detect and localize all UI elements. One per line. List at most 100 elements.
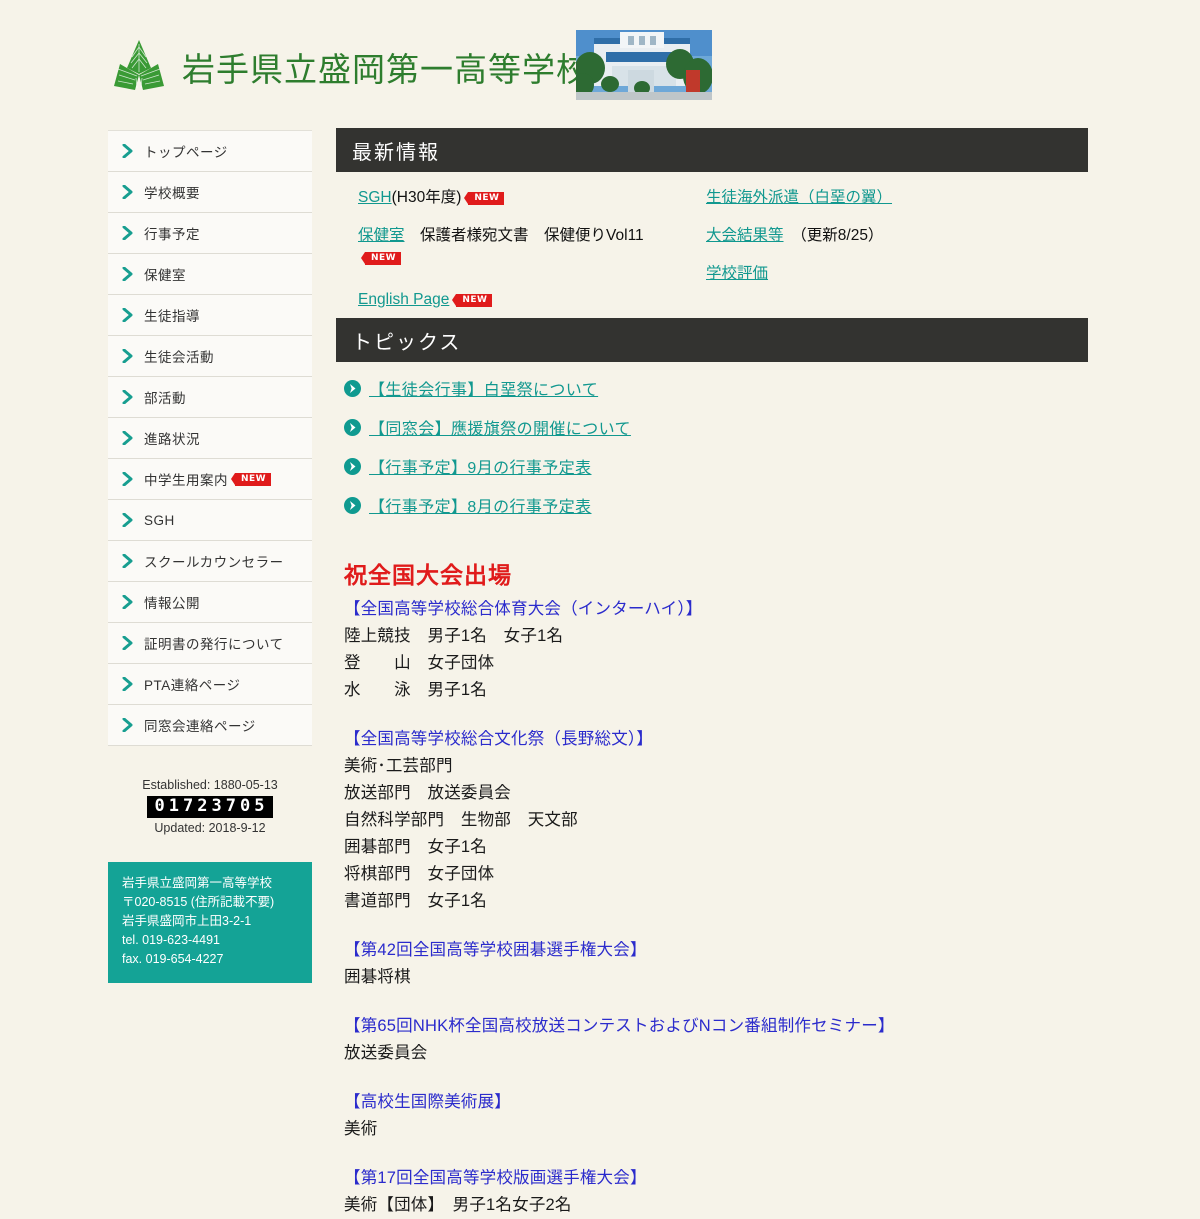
sidebar-item-student-guidance[interactable]: 生徒指導 bbox=[108, 295, 312, 336]
sidebar-item-health-room[interactable]: 保健室 bbox=[108, 254, 312, 295]
green-leaf-emblem-icon bbox=[110, 38, 168, 100]
sidebar-item-label: 証明書の発行について bbox=[144, 637, 284, 652]
topic-list-item[interactable]: 【生徒会行事】白堊祭について bbox=[344, 376, 1088, 400]
news-item-health-room: 保健室 保護者様宛文書 保健便りVol11 NEW bbox=[358, 226, 708, 268]
national-competition-section: 祝全国大会出場 【全国高等学校総合体育大会（インターハイ）】 陸上競技 男子1名… bbox=[336, 538, 1088, 1219]
result-line: 登 山 女子団体 bbox=[344, 654, 495, 672]
circle-arrow-right-icon bbox=[344, 457, 361, 475]
result-group-heading: 【全国高等学校総合体育大会（インターハイ）】 bbox=[344, 600, 703, 618]
topic-list-item[interactable]: 【行事予定】9月の行事予定表 bbox=[344, 454, 1088, 478]
sidebar-item-label: 生徒会活動 bbox=[144, 350, 214, 365]
result-group-heading: 【全国高等学校総合文化祭（長野総文）】 bbox=[344, 730, 654, 748]
news-text-update-date: （更新8/25） bbox=[783, 227, 884, 244]
counter-digits: 01723705 bbox=[146, 796, 274, 818]
contact-telephone: tel. 019-623-4491 bbox=[122, 933, 220, 947]
result-line: 将棋部門 女子団体 bbox=[344, 865, 495, 883]
circle-arrow-right-icon bbox=[344, 418, 361, 436]
site-header: 岩手県立盛岡第一高等学校 bbox=[0, 0, 1200, 120]
news-link-sgh[interactable]: SGH bbox=[358, 189, 392, 206]
contact-info-box: 岩手県立盛岡第一高等学校 〒020-8515 (住所記載不要) 岩手県盛岡市上田… bbox=[108, 862, 312, 983]
sidebar-item-events[interactable]: 行事予定 bbox=[108, 213, 312, 254]
topic-link[interactable]: 【同窓会】應援旗祭の開催について bbox=[369, 415, 631, 439]
new-badge: NEW bbox=[452, 294, 493, 307]
sidebar-item-label: 情報公開 bbox=[144, 596, 200, 611]
topic-link[interactable]: 【行事予定】9月の行事予定表 bbox=[369, 454, 592, 478]
sidebar-item-label: 部活動 bbox=[144, 391, 186, 406]
sidebar-item-career[interactable]: 進路状況 bbox=[108, 418, 312, 459]
topic-list-item[interactable]: 【行事予定】8月の行事予定表 bbox=[344, 493, 1088, 517]
sidebar-item-alumni[interactable]: 同窓会連絡ページ bbox=[108, 705, 312, 746]
sidebar-item-certificates[interactable]: 証明書の発行について bbox=[108, 623, 312, 664]
sidebar-item-pta[interactable]: PTA連絡ページ bbox=[108, 664, 312, 705]
chevron-right-icon bbox=[122, 676, 134, 692]
new-badge-line: NEW bbox=[358, 248, 708, 268]
result-group-culture-festival: 【全国高等学校総合文化祭（長野総文）】 美術･工芸部門 放送部門 放送委員会 自… bbox=[344, 726, 1088, 915]
result-line: 囲碁将棋 bbox=[344, 968, 411, 986]
chevron-right-icon bbox=[122, 225, 134, 241]
contact-school-name: 岩手県立盛岡第一高等学校 bbox=[122, 876, 273, 890]
result-line: 美術【団体】 男子1名女子2名 bbox=[344, 1196, 572, 1214]
sidebar-item-junior-high-guide[interactable]: 中学生用案内 NEW bbox=[108, 459, 312, 500]
result-group-interhigh: 【全国高等学校総合体育大会（インターハイ）】 陸上競技 男子1名 女子1名 登 … bbox=[344, 596, 1088, 704]
chevron-right-icon bbox=[122, 143, 134, 159]
sidebar-item-student-council[interactable]: 生徒会活動 bbox=[108, 336, 312, 377]
news-item-english-page: English Page NEW bbox=[358, 290, 708, 310]
new-badge: NEW bbox=[464, 192, 505, 205]
access-counter: Established: 1880-05-13 01723705 Updated… bbox=[108, 776, 312, 837]
chevron-right-icon bbox=[122, 512, 134, 528]
sidebar-item-school-counselor[interactable]: スクールカウンセラー bbox=[108, 541, 312, 582]
new-badge: NEW bbox=[360, 252, 402, 265]
result-line: 美術･工芸部門 bbox=[344, 757, 453, 775]
news-link-overseas-dispatch[interactable]: 生徒海外派遣（白堊の翼） bbox=[706, 189, 892, 206]
sidebar-item-label: トップページ bbox=[144, 145, 228, 160]
news-link-competition-results[interactable]: 大会結果等 bbox=[706, 227, 784, 244]
sidebar-item-information-disclosure[interactable]: 情報公開 bbox=[108, 582, 312, 623]
sidebar-item-label: 進路状況 bbox=[144, 432, 200, 447]
circle-arrow-right-icon bbox=[344, 379, 361, 397]
news-link-english-page[interactable]: English Page bbox=[358, 291, 449, 308]
sidebar-item-school-outline[interactable]: 学校概要 bbox=[108, 172, 312, 213]
sidebar-item-label: SGH bbox=[144, 512, 175, 528]
site-title: 岩手県立盛岡第一高等学校 bbox=[182, 49, 590, 89]
sidebar-item-top[interactable]: トップページ bbox=[108, 131, 312, 172]
news-column-left: SGH(H30年度) NEW 保健室 保護者様宛文書 保健便りVol11 NEW … bbox=[358, 188, 708, 328]
news-grid: SGH(H30年度) NEW 保健室 保護者様宛文書 保健便りVol11 NEW … bbox=[336, 172, 1088, 318]
chevron-right-icon bbox=[122, 307, 134, 323]
news-link-health-room[interactable]: 保健室 bbox=[358, 227, 405, 244]
news-text-sgh-year: (H30年度) bbox=[391, 189, 462, 206]
result-line: 水 泳 男子1名 bbox=[344, 681, 487, 699]
news-link-school-evaluation[interactable]: 学校評価 bbox=[706, 265, 768, 282]
sidebar-list: トップページ 学校概要 行事予定 保健室 生徒指導 生徒会活動 部活動 進路状況… bbox=[108, 130, 312, 746]
result-line: 美術 bbox=[344, 1120, 378, 1138]
brand[interactable]: 岩手県立盛岡第一高等学校 bbox=[110, 38, 590, 100]
news-item-competition-results: 大会結果等 （更新8/25） bbox=[706, 226, 1086, 246]
chevron-right-icon bbox=[122, 389, 134, 405]
result-group-heading: 【第42回全国高等学校囲碁選手権大会】 bbox=[344, 941, 647, 959]
result-line: 陸上競技 男子1名 女子1名 bbox=[344, 627, 564, 645]
chevron-right-icon bbox=[122, 594, 134, 610]
page-root: 岩手県立盛岡第一高等学校 トップページ 学校概要 行事予定 保健室 生徒指導 生… bbox=[0, 0, 1200, 1214]
result-group-international-art: 【高校生国際美術展】 美術 bbox=[344, 1089, 1088, 1143]
chevron-right-icon bbox=[122, 553, 134, 569]
chevron-right-icon bbox=[122, 635, 134, 651]
result-line: 放送委員会 bbox=[344, 1044, 428, 1062]
topic-list-item[interactable]: 【同窓会】應援旗祭の開催について bbox=[344, 415, 1088, 439]
chevron-right-icon bbox=[122, 430, 134, 446]
sidebar-item-label: 中学生用案内 bbox=[144, 473, 228, 488]
sidebar-item-label: 生徒指導 bbox=[144, 309, 200, 324]
contact-fax: fax. 019-654-4227 bbox=[122, 952, 224, 966]
result-group-heading: 【高校生国際美術展】 bbox=[344, 1093, 511, 1111]
circle-arrow-right-icon bbox=[344, 496, 361, 514]
chevron-right-icon bbox=[122, 266, 134, 282]
topic-link[interactable]: 【生徒会行事】白堊祭について bbox=[369, 376, 598, 400]
topic-link[interactable]: 【行事予定】8月の行事予定表 bbox=[369, 493, 592, 517]
sidebar-nav: トップページ 学校概要 行事予定 保健室 生徒指導 生徒会活動 部活動 進路状況… bbox=[108, 130, 312, 746]
chevron-right-icon bbox=[122, 717, 134, 733]
sidebar-item-sgh[interactable]: SGH bbox=[108, 500, 312, 541]
sidebar-item-club-activities[interactable]: 部活動 bbox=[108, 377, 312, 418]
contact-address: 岩手県盛岡市上田3-2-1 bbox=[122, 914, 252, 928]
sidebar-item-label: スクールカウンセラー bbox=[144, 555, 284, 570]
